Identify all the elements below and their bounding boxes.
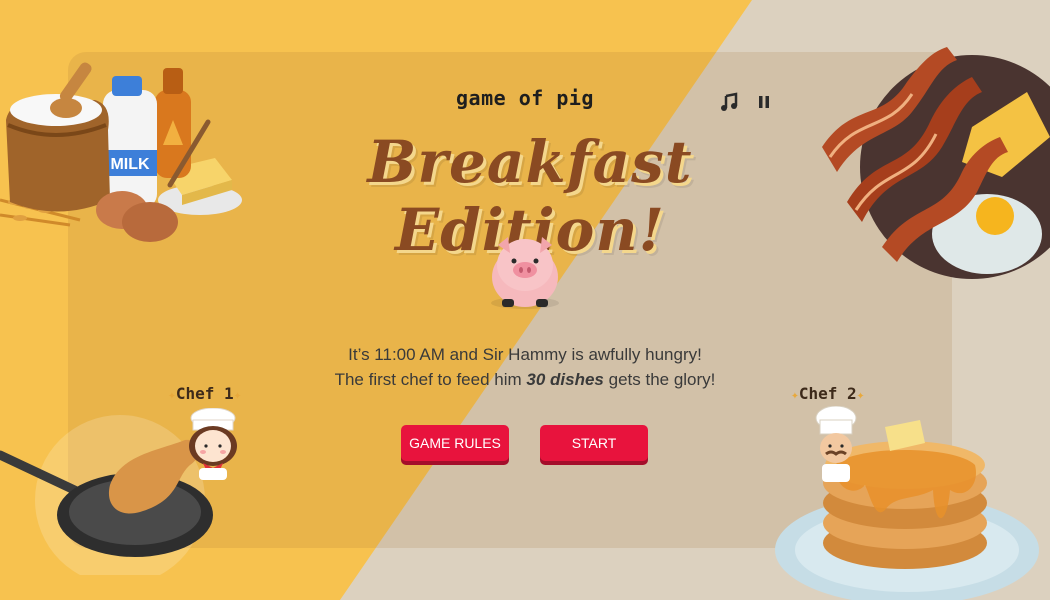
game-rules-button[interactable]: GAME RULES [401, 425, 509, 461]
sparkle-icon: ✦ [233, 388, 242, 403]
sparkle-icon: ✦ [168, 388, 176, 403]
intro-line-2-start: The first chef to feed him [334, 370, 527, 389]
dish-goal: 30 dishes [526, 370, 604, 389]
game-title: game of pig [456, 86, 594, 110]
intro-line-2-end: gets the glory! [603, 370, 716, 389]
svg-text:MILK: MILK [110, 156, 150, 173]
baking-ingredients-illustration: MILK [0, 62, 242, 242]
start-button[interactable]: START [540, 425, 648, 461]
music-note-icon [721, 92, 738, 111]
bacon-and-egg-illustration [822, 47, 1050, 279]
pause-icon [759, 96, 769, 108]
pause-button[interactable] [753, 91, 775, 113]
sparkle-icon: ✦ [791, 388, 799, 403]
intro-line-2: The first chef to feed him 30 dishes get… [250, 367, 800, 392]
chef-2-label: ✦Chef 2✦ [791, 384, 864, 403]
intro-text: It’s 11:00 AM and Sir Hammy is awfully h… [250, 342, 800, 392]
chef-2-avatar [815, 406, 857, 482]
pig-character [491, 237, 559, 309]
chef-2-name: Chef 2 [798, 384, 857, 403]
chef-1-name: Chef 1 [175, 384, 234, 403]
sparkle-icon: ✦ [856, 388, 865, 403]
chef-1-avatar [189, 408, 237, 480]
chef-1-label: ✦Chef 1✦ [168, 384, 241, 403]
music-toggle-button[interactable] [719, 91, 741, 113]
intro-line-1: It’s 11:00 AM and Sir Hammy is awfully h… [348, 345, 702, 364]
